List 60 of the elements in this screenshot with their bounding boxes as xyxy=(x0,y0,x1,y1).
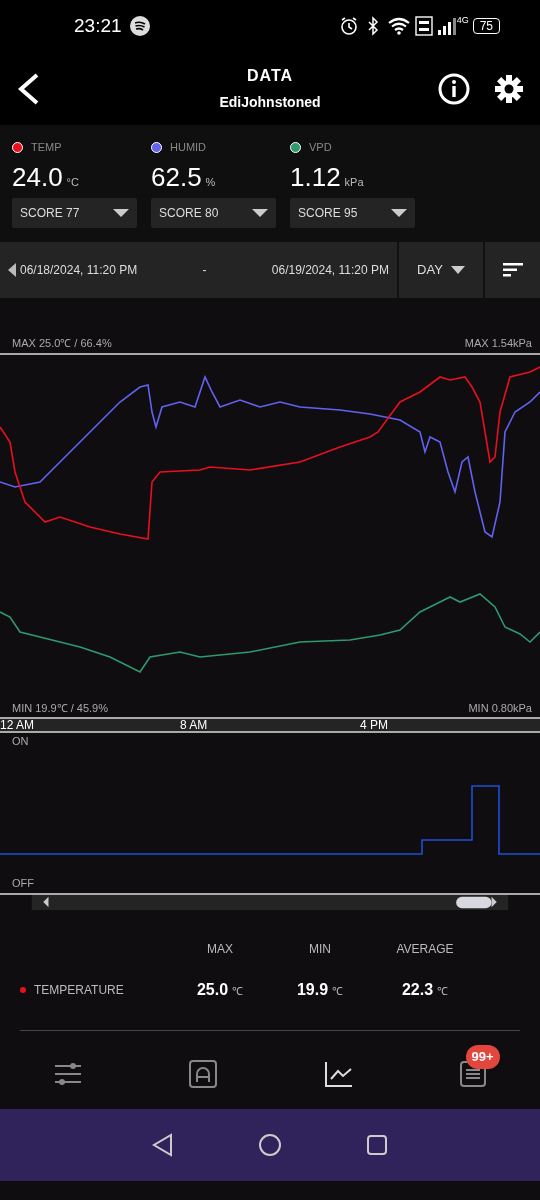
stat-value: 19.9 xyxy=(296,980,329,1000)
score-dropdown[interactable]: SCORE 80 xyxy=(151,198,276,228)
unit-label: kPa xyxy=(344,174,364,190)
home-icon[interactable] xyxy=(258,1133,282,1157)
stat-value: 25.0 xyxy=(196,980,229,1000)
scrollbar[interactable] xyxy=(0,893,540,910)
column-header: MIN xyxy=(308,941,332,958)
sensor-label: HUMID xyxy=(170,140,207,155)
state-label: OFF xyxy=(11,875,34,891)
caret-icon xyxy=(450,265,465,275)
axis-label: 4 PM xyxy=(360,719,389,731)
unit-label: ℃ xyxy=(437,984,449,999)
start-date: 06/18/2024, 11:20 PM xyxy=(20,262,138,279)
previous-icon[interactable] xyxy=(8,263,16,277)
sort-icon xyxy=(502,263,523,277)
score-dropdown[interactable]: SCORE 77 xyxy=(12,198,137,228)
device-name: EdiJohnstoned xyxy=(219,92,321,112)
stat-value: 22.3 xyxy=(401,980,434,1000)
unit-label: ℃ xyxy=(332,984,344,999)
period-dropdown[interactable]: DAY xyxy=(397,242,483,298)
unit-label: ℃ xyxy=(232,984,244,999)
score-dropdown[interactable]: SCORE 95 xyxy=(290,198,415,228)
music-app-icon xyxy=(129,16,150,36)
date-separator: - xyxy=(201,262,208,279)
battery-level: 75 xyxy=(472,18,500,34)
series-label: TEMPERATURE xyxy=(34,982,124,999)
caret-icon xyxy=(391,208,407,218)
notification-count: 99+ xyxy=(465,1045,500,1069)
network-type: 4G xyxy=(456,14,469,27)
signal-icon xyxy=(436,16,457,36)
sensor-label: TEMP xyxy=(31,140,62,155)
info-icon[interactable] xyxy=(438,72,470,105)
unit-label: °C xyxy=(66,174,79,190)
wifi-icon xyxy=(386,16,411,36)
settings-icon[interactable] xyxy=(494,73,524,104)
min-label: MIN 19.9℃ / 45.9% xyxy=(11,700,108,716)
alarm-icon xyxy=(338,16,359,36)
caret-icon xyxy=(113,208,129,218)
line-chart-icon[interactable] xyxy=(322,1059,353,1089)
state-label: ON xyxy=(11,734,29,749)
axis-label: 12 AM xyxy=(0,719,36,731)
unit-label: % xyxy=(205,174,216,190)
bluetooth-icon xyxy=(366,16,379,36)
sensor-value: 1.12 xyxy=(290,163,341,190)
sensor-label: VPD xyxy=(309,140,332,155)
min-label: MIN 0.80kPa xyxy=(468,700,532,716)
column-header: MAX xyxy=(206,941,234,958)
letter-frame-icon[interactable] xyxy=(187,1059,218,1089)
end-date: 06/19/2024, 11:20 PM xyxy=(271,262,389,279)
volte-icon xyxy=(414,16,433,36)
recents-icon[interactable] xyxy=(364,1133,389,1157)
max-label: MAX 25.0℃ / 66.4% xyxy=(11,335,112,351)
axis-label: 8 AM xyxy=(180,719,209,731)
sensor-value: 62.5 xyxy=(151,163,202,190)
clock-time: 23:21 xyxy=(74,13,122,38)
column-header: AVERAGE xyxy=(395,941,455,958)
max-label: MAX 1.54kPa xyxy=(464,335,532,351)
screen-title: DATA xyxy=(245,65,295,86)
caret-icon xyxy=(252,208,268,218)
sensor-value: 24.0 xyxy=(12,163,63,190)
